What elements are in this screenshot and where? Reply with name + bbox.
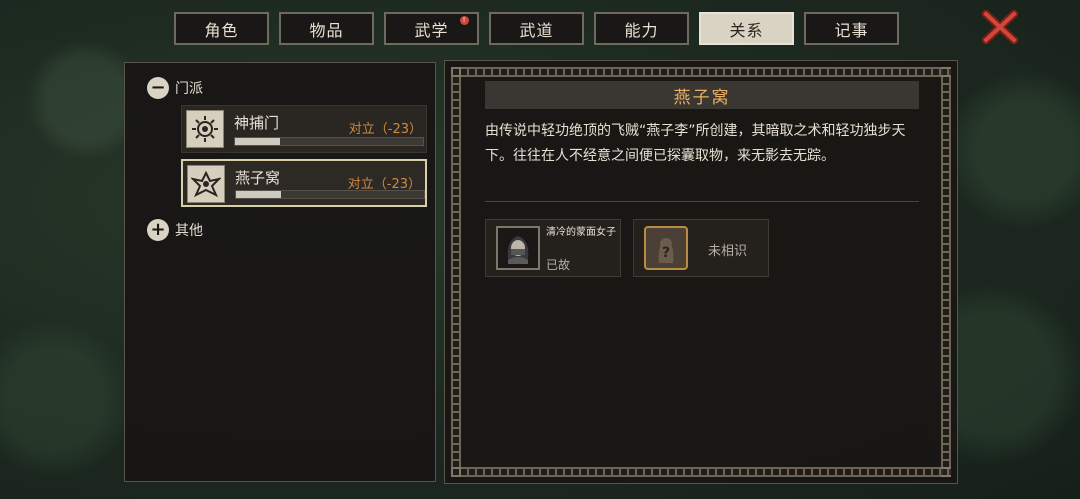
faction-detail-panel: 燕子窝 由传说中轻功绝顶的飞贼“燕子李”所创建，其暗取之术和轻功独步天下。往往在… — [444, 60, 958, 484]
sun-emblem-icon — [186, 110, 224, 148]
border-pattern-bottom — [451, 467, 951, 477]
tab-abilities[interactable]: 能力 — [594, 12, 689, 45]
member-card-unknown[interactable]: ? 未相识 — [633, 219, 769, 277]
tab-label: 关系 — [729, 20, 764, 40]
tab-label: 角色 — [204, 20, 239, 40]
close-button[interactable] — [980, 8, 1020, 46]
tab-label: 物品 — [309, 20, 344, 40]
tab-label: 记事 — [834, 20, 869, 40]
tab-character[interactable]: 角色 — [174, 12, 269, 45]
tab-relations[interactable]: 关系 — [699, 12, 794, 45]
divider — [485, 201, 919, 202]
member-card[interactable]: 清冷的蒙面女子 已故 — [485, 219, 621, 277]
faction-row-shenbu[interactable]: 神捕门 对立（-23） — [181, 105, 427, 153]
group-header-sects[interactable]: − 门派 — [147, 77, 203, 99]
detail-title: 燕子窝 — [673, 87, 731, 108]
tab-label: 能力 — [624, 20, 659, 40]
member-status: 已故 — [546, 258, 571, 272]
border-pattern-left — [451, 67, 461, 477]
relation-progress-bar — [235, 190, 425, 199]
notification-badge: ! — [460, 16, 469, 25]
plus-icon[interactable]: + — [147, 219, 169, 241]
relation-progress-bar — [234, 137, 424, 146]
detail-title-bar: 燕子窝 — [485, 81, 919, 109]
tab-journal[interactable]: 记事 — [804, 12, 899, 45]
faction-relation-status: 对立（-23） — [348, 122, 422, 137]
tab-martial-arts[interactable]: 武学! — [384, 12, 479, 45]
group-label: 门派 — [175, 81, 203, 97]
faction-name: 神捕门 — [234, 114, 280, 132]
minus-icon[interactable]: − — [147, 77, 169, 99]
detail-description: 由传说中轻功绝顶的飞贼“燕子李”所创建，其暗取之术和轻功独步天下。往往在人不经意… — [485, 123, 906, 164]
member-status: 未相识 — [708, 244, 748, 259]
tab-martial-path[interactable]: 武道 — [489, 12, 584, 45]
masked-woman-portrait-icon — [496, 226, 540, 270]
faction-row-yanziwo[interactable]: 燕子窝 对立（-23） — [181, 159, 427, 207]
unknown-question-icon: ? — [644, 226, 688, 270]
tab-label: 武学 — [414, 20, 449, 40]
close-icon — [980, 8, 1020, 46]
faction-list-panel: − 门派 神捕门 对立（-23） 燕子窝 对立（-23） + 其他 — [124, 62, 436, 482]
tab-label: 武道 — [519, 20, 554, 40]
swallow-emblem-icon — [187, 165, 225, 203]
member-name: 清冷的蒙面女子 — [546, 227, 616, 238]
group-header-others[interactable]: + 其他 — [147, 219, 203, 241]
tab-bar: 角色 物品 武学! 武道 能力 关系 记事 — [174, 12, 909, 46]
border-pattern-top — [451, 67, 951, 77]
group-label: 其他 — [175, 223, 203, 239]
faction-name: 燕子窝 — [235, 169, 281, 187]
svg-text:?: ? — [662, 245, 670, 261]
relation-progress-fill — [236, 191, 282, 198]
tab-items[interactable]: 物品 — [279, 12, 374, 45]
relation-progress-fill — [235, 138, 281, 145]
border-pattern-right — [941, 67, 951, 477]
